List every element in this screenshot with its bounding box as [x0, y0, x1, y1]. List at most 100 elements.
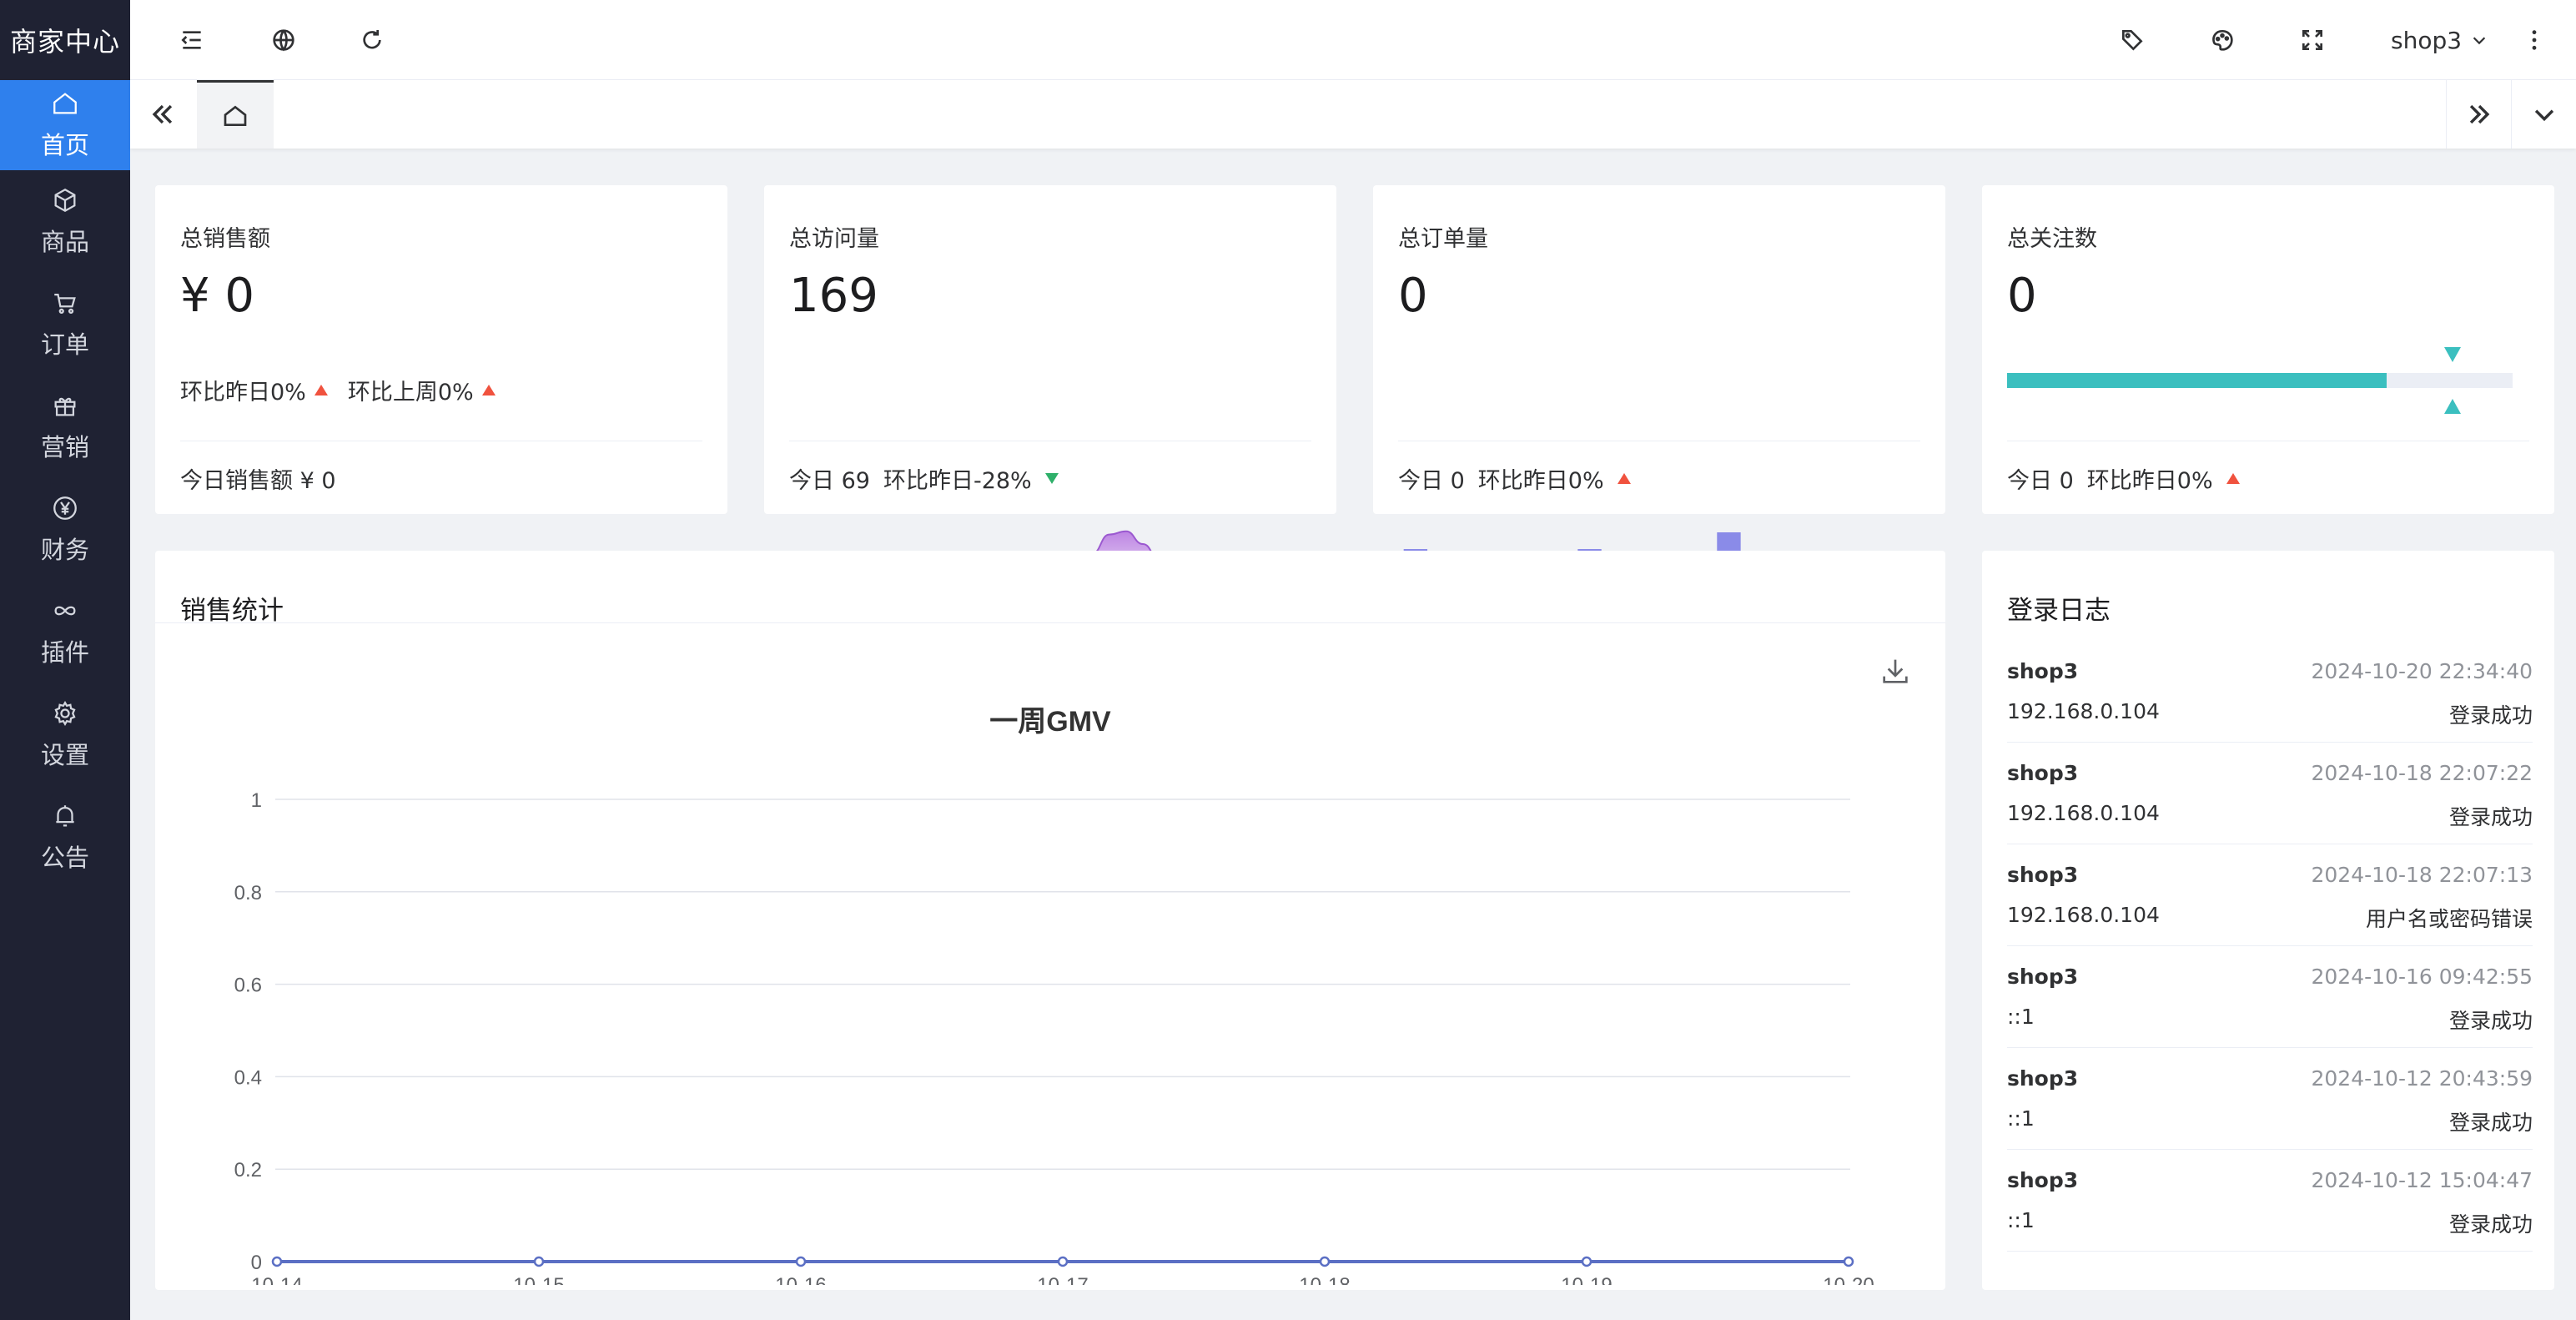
- log-status: 登录成功: [2448, 805, 2533, 829]
- fullscreen-icon: [2302, 30, 2322, 50]
- stat-foot: 今日 0 环比昨日0%: [2007, 462, 2240, 495]
- gmv-data-point[interactable]: [1319, 1256, 1331, 1267]
- cart-icon: [54, 293, 76, 314]
- x-tick-label: 10-18: [1299, 1274, 1350, 1285]
- log-item: shop3 2024-10-18 22:07:13 192.168.0.104 用户名…: [2007, 844, 2533, 946]
- log-ip: 192.168.0.104: [2007, 903, 2160, 927]
- top-header: shop3: [130, 0, 2576, 80]
- brand-title: 商家中心: [9, 26, 120, 58]
- gmv-data-point[interactable]: [1843, 1256, 1854, 1267]
- x-tick-label: 10-20: [1823, 1274, 1874, 1285]
- x-tick-label: 10-14: [251, 1274, 302, 1285]
- sidebar-item-marketing[interactable]: 营销: [0, 375, 130, 478]
- sidebar-item-label: 财务: [40, 535, 89, 564]
- log-status: 登录成功: [2448, 1009, 2533, 1033]
- stat-card-sales: 总销售额 ¥ 0 环比昨日0% 环比上周0% 今日销售额 ¥ 0: [155, 185, 727, 514]
- log-user: shop3: [2007, 761, 2079, 785]
- gift-icon: [54, 397, 76, 416]
- stat-compare: 环比昨日0% 环比上周0%: [180, 374, 496, 406]
- log-time: 2024-10-18 22:07:13: [2311, 863, 2533, 887]
- gmv-data-point[interactable]: [1581, 1256, 1592, 1267]
- log-time: 2024-10-12 15:04:47: [2311, 1168, 2533, 1192]
- log-time: 2024-10-12 20:43:59: [2311, 1066, 2533, 1091]
- y-tick-label: 0: [251, 1252, 262, 1274]
- log-user: shop3: [2007, 863, 2079, 887]
- target-marker-top-icon: [2444, 347, 2461, 362]
- follow-progress-track: [2007, 373, 2513, 388]
- trend-down-icon: [1044, 473, 1059, 484]
- tag-icon: [2122, 30, 2143, 51]
- x-tick-label: 10-17: [1037, 1274, 1088, 1285]
- log-user: shop3: [2007, 965, 2079, 989]
- y-tick-label: 0.8: [234, 882, 262, 904]
- language-button[interactable]: [267, 23, 300, 57]
- more-button[interactable]: [2518, 23, 2551, 57]
- stat-value: 0: [1398, 269, 1428, 323]
- log-item: shop3 2024-10-12 20:43:59::1 登录成功: [2007, 1048, 2533, 1150]
- gmv-data-point[interactable]: [271, 1256, 283, 1267]
- compare-day: 环比昨日-28%: [883, 468, 1032, 494]
- log-ip: 192.168.0.104: [2007, 699, 2160, 723]
- sidebar-item-plugins[interactable]: 插件: [0, 581, 130, 683]
- stat-title: 总销售额: [180, 226, 270, 252]
- sidebar-item-label: 插件: [40, 637, 89, 667]
- sidebar-item-label: 设置: [40, 740, 89, 769]
- compare-day: 环比昨日0%: [1477, 468, 1604, 494]
- sales-panel: 销售统计 一周GMV 0 0.2 0.4 0.6 0.8 1 10-14 10-15 10-16…: [155, 551, 1945, 1290]
- log-time: 2024-10-16 09:42:55: [2311, 965, 2533, 989]
- log-item: shop3 2024-10-20 22:34:40 192.168.0.104 登录成…: [2007, 641, 2533, 743]
- sidebar-item-products[interactable]: 商品: [0, 170, 130, 273]
- yen-icon: [53, 496, 77, 520]
- trend-up-icon: [314, 385, 328, 395]
- chevron-down-icon: [2534, 109, 2553, 122]
- sidebar-item-home[interactable]: 首页: [0, 80, 130, 170]
- tabs-menu-button[interactable]: [2511, 80, 2576, 149]
- y-tick-label: 0.4: [234, 1066, 262, 1089]
- today-visits: 今日 69: [789, 468, 870, 494]
- home-icon: [53, 93, 77, 114]
- log-status: 登录成功: [2448, 1212, 2533, 1237]
- sidebar-item-notice[interactable]: 公告: [0, 786, 130, 889]
- tabs-scroll-right-button[interactable]: [2446, 80, 2511, 149]
- stat-card-follows: 总关注数 0 今日 0 环比昨日0%: [1982, 185, 2554, 514]
- compare-week: 环比上周0%: [347, 380, 474, 406]
- theme-button[interactable]: [2206, 23, 2239, 57]
- sidebar-item-orders[interactable]: 订单: [0, 273, 130, 375]
- gmv-data-point[interactable]: [533, 1256, 545, 1267]
- sidebar-item-finance[interactable]: 财务: [0, 478, 130, 581]
- log-status: 登录成功: [2448, 1111, 2533, 1135]
- today-follows: 今日 0: [2007, 468, 2074, 494]
- username: shop3: [2391, 26, 2463, 54]
- refresh-button[interactable]: [355, 23, 389, 57]
- today-orders: 今日 0: [1398, 468, 1465, 494]
- sidebar-item-label: 营销: [40, 432, 89, 461]
- globe-icon: [273, 29, 294, 52]
- stat-card-visits: 总访问量 169 今日 69 环比昨日-28%: [764, 185, 1336, 607]
- sidebar-item-settings[interactable]: 设置: [0, 683, 130, 786]
- infinity-icon: [54, 606, 76, 615]
- gmv-data-point[interactable]: [795, 1256, 807, 1267]
- log-status: 用户名或密码错误: [2365, 907, 2533, 931]
- log-item: shop3 2024-10-16 09:42:55::1 登录成功: [2007, 946, 2533, 1048]
- stat-card-orders: 总订单量 0 今日 0 环比昨日0%: [1373, 185, 1945, 607]
- log-time: 2024-10-20 22:34:40: [2311, 659, 2533, 683]
- gmv-data-point[interactable]: [1057, 1256, 1069, 1267]
- sidebar-item-label: 订单: [40, 330, 89, 359]
- stat-foot: 今日 69 环比昨日-28%: [789, 462, 1059, 495]
- menu-fold-button[interactable]: [175, 23, 209, 57]
- user-menu[interactable]: shop3: [2391, 22, 2488, 58]
- trend-up-icon: [1617, 473, 1631, 484]
- stat-value: ¥ 0: [180, 269, 255, 323]
- tabs-scroll-left-button[interactable]: [130, 80, 195, 149]
- tab-home[interactable]: [197, 80, 274, 149]
- tag-button[interactable]: [2116, 23, 2149, 57]
- stat-foot: 今日销售额 ¥ 0: [180, 462, 336, 495]
- log-status: 登录成功: [2448, 703, 2533, 728]
- fullscreen-button[interactable]: [2296, 23, 2329, 57]
- stat-value: 0: [2007, 269, 2037, 323]
- trend-up-icon: [481, 385, 496, 395]
- menu-fold-icon: [181, 31, 201, 49]
- palette-icon: [2212, 29, 2233, 51]
- follow-progress-fill: [2007, 373, 2387, 388]
- today-sales: 今日销售额 ¥ 0: [180, 468, 336, 494]
